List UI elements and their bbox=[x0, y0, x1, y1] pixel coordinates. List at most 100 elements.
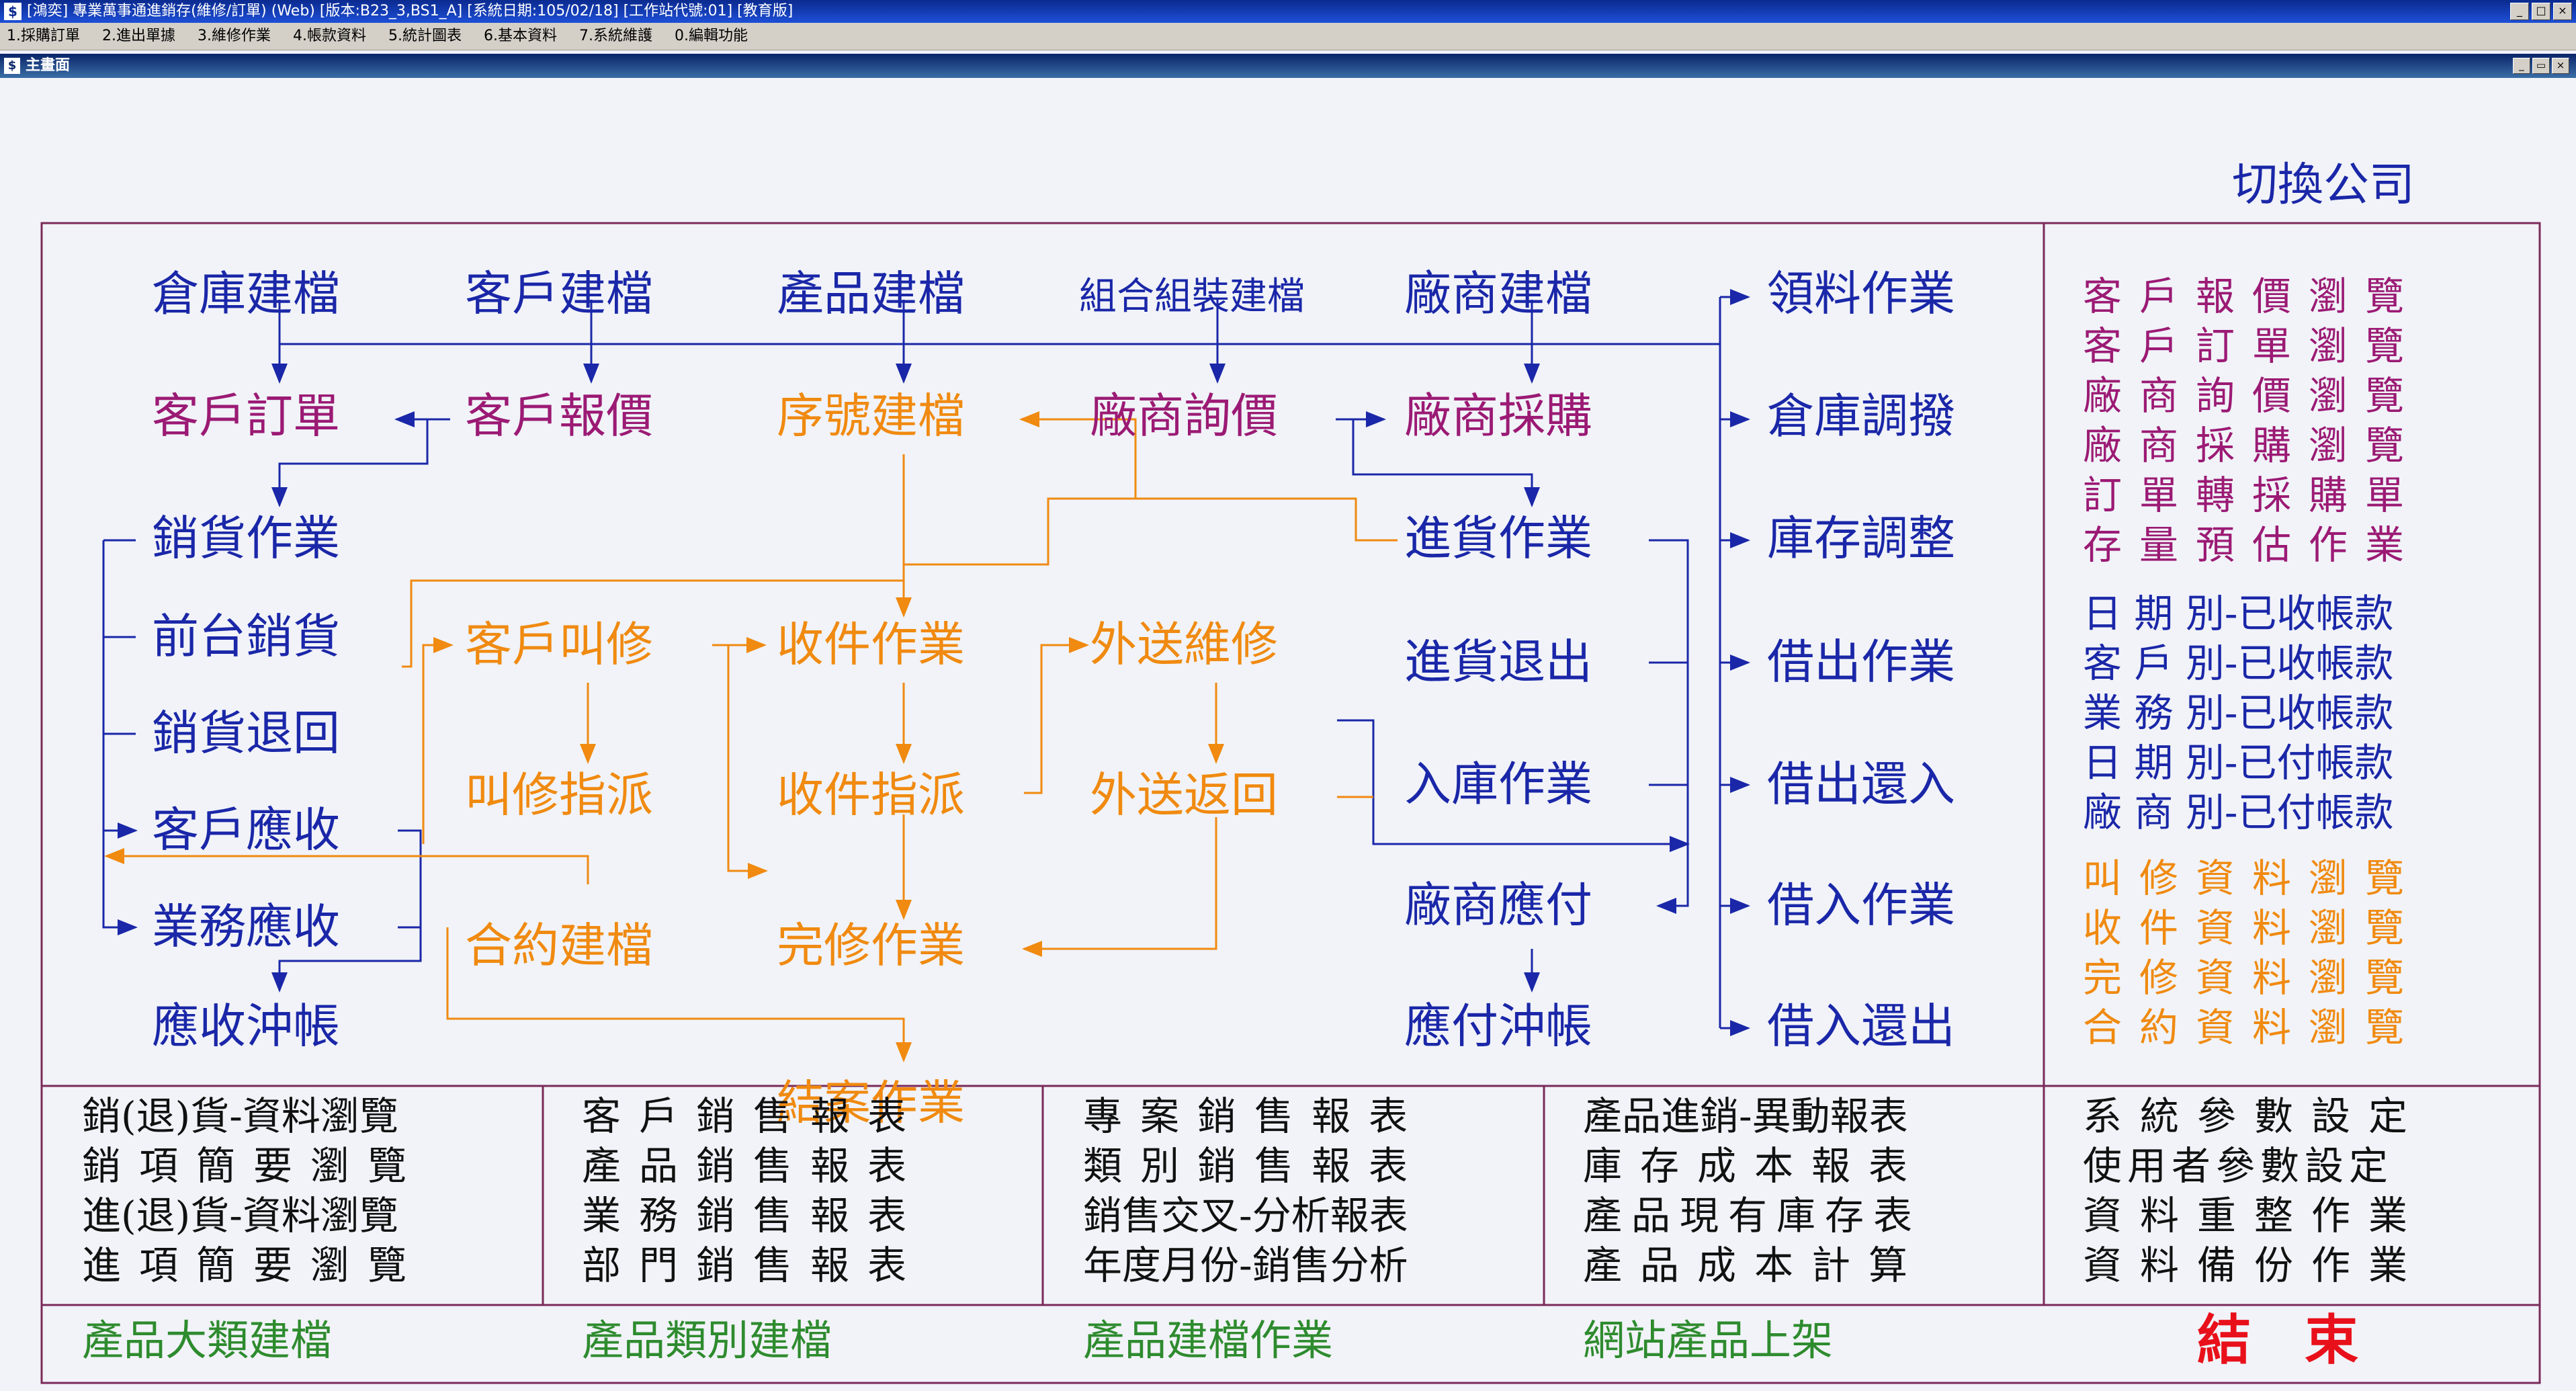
lend-out-button[interactable]: 借出作業 bbox=[1767, 638, 1955, 685]
repair-call-button[interactable]: 客戶叫修 bbox=[465, 621, 653, 668]
switch-company-link[interactable]: 切換公司 bbox=[2232, 163, 2415, 208]
sales-return-browse-link[interactable]: 銷(退)貨-資料瀏覽 bbox=[82, 1097, 398, 1136]
intake-button[interactable]: 收件作業 bbox=[777, 621, 965, 668]
menu-edit[interactable]: 0.編輯功能 bbox=[675, 28, 748, 44]
stock-adjust-button[interactable]: 庫存調整 bbox=[1767, 515, 1955, 562]
department-sales-report-link[interactable]: 部門銷售報表 bbox=[582, 1246, 925, 1285]
sales-button[interactable]: 銷貨作業 bbox=[152, 515, 340, 562]
contract-browse-link[interactable]: 合約資料瀏覽 bbox=[2083, 1008, 2421, 1047]
menu-purchase-order[interactable]: 1.採購訂單 bbox=[7, 28, 80, 44]
menu-bar: 1.採購訂單 2.進出單據 3.維修作業 4.帳款資料 5.統計圖表 6.基本資… bbox=[0, 23, 2576, 50]
child-close-button[interactable]: × bbox=[2552, 58, 2569, 74]
product-cost-calc-link[interactable]: 產品成本計算 bbox=[1583, 1246, 1926, 1285]
repair-done-button[interactable]: 完修作業 bbox=[777, 922, 965, 969]
accounts-receivable-button[interactable]: 客戶應收 bbox=[152, 806, 340, 853]
window-controls: _ □ × bbox=[2510, 3, 2572, 20]
child-restore-button[interactable]: ▭ bbox=[2532, 58, 2550, 74]
sales-rep-report-link[interactable]: 業務銷售報表 bbox=[582, 1196, 925, 1235]
intake-dispatch-button[interactable]: 收件指派 bbox=[777, 771, 965, 818]
intake-browse-link[interactable]: 收件資料瀏覽 bbox=[2083, 909, 2421, 947]
annual-monthly-analysis-link[interactable]: 年度月份-銷售分析 bbox=[1083, 1246, 1408, 1285]
vendor-setup-button[interactable]: 廠商建檔 bbox=[1404, 270, 1592, 317]
window-title: [鴻奕] 專業萬事通進銷存(維修/訂單) (Web) [版本:B23_3,BS1… bbox=[27, 3, 793, 19]
vendor-purchase-button[interactable]: 廠商採購 bbox=[1404, 392, 1592, 439]
category-sales-report-link[interactable]: 類別銷售報表 bbox=[1083, 1146, 1426, 1185]
purchase-return-button[interactable]: 進貨退出 bbox=[1404, 638, 1592, 685]
minimize-button[interactable]: _ bbox=[2510, 3, 2529, 20]
menu-basic-data[interactable]: 6.基本資料 bbox=[484, 28, 557, 44]
product-category-link[interactable]: 產品類別建檔 bbox=[582, 1320, 832, 1361]
data-backup-link[interactable]: 資料備份作業 bbox=[2083, 1246, 2425, 1285]
stock-in-button[interactable]: 入庫作業 bbox=[1404, 761, 1592, 808]
menu-system[interactable]: 7.系統維護 bbox=[579, 28, 652, 44]
child-window-icon: $ bbox=[4, 58, 20, 74]
payable-offset-button[interactable]: 應付沖帳 bbox=[1404, 1003, 1592, 1050]
system-params-link[interactable]: 系統參數設定 bbox=[2083, 1097, 2425, 1136]
main-canvas: 切換公司 倉庫建檔 客戶建檔 產品建檔 組合組裝建檔 廠商建檔 客戶訂單 客戶報… bbox=[0, 78, 2576, 1391]
outsource-repair-button[interactable]: 外送維修 bbox=[1090, 621, 1278, 668]
current-stock-report-link[interactable]: 產品現有庫存表 bbox=[1583, 1196, 1922, 1235]
child-minimize-button[interactable]: _ bbox=[2513, 58, 2530, 74]
purchase-in-button[interactable]: 進貨作業 bbox=[1404, 515, 1592, 562]
project-sales-report-link[interactable]: 專案銷售報表 bbox=[1083, 1097, 1426, 1136]
received-by-customer-link[interactable]: 客 戶 別-已收帳款 bbox=[2083, 644, 2393, 683]
customer-setup-button[interactable]: 客戶建檔 bbox=[465, 270, 653, 317]
menu-accounts[interactable]: 4.帳款資料 bbox=[293, 28, 366, 44]
maximize-button[interactable]: □ bbox=[2532, 3, 2550, 20]
customer-order-browse-link[interactable]: 客戶訂單瀏覽 bbox=[2083, 327, 2421, 366]
close-button[interactable]: × bbox=[2553, 3, 2572, 20]
menu-charts[interactable]: 5.統計圖表 bbox=[388, 28, 462, 44]
material-requisition-button[interactable]: 領料作業 bbox=[1767, 270, 1955, 317]
exit-button[interactable]: 結 束 bbox=[2197, 1313, 2358, 1367]
sales-cross-analysis-link[interactable]: 銷售交叉-分析報表 bbox=[1083, 1196, 1408, 1235]
customer-order-button[interactable]: 客戶訂單 bbox=[152, 392, 340, 439]
customer-quote-browse-link[interactable]: 客戶報價瀏覽 bbox=[2083, 277, 2421, 316]
repair-call-browse-link[interactable]: 叫修資料瀏覽 bbox=[2083, 859, 2421, 898]
menu-in-out-docs[interactable]: 2.進出單據 bbox=[102, 28, 175, 44]
user-params-link[interactable]: 使用者參數設定 bbox=[2083, 1146, 2393, 1185]
contract-setup-button[interactable]: 合約建檔 bbox=[465, 922, 653, 969]
menu-repair[interactable]: 3.維修作業 bbox=[198, 28, 271, 44]
accounts-payable-button[interactable]: 廠商應付 bbox=[1404, 882, 1592, 929]
app-icon: $ bbox=[4, 3, 22, 20]
stock-forecast-link[interactable]: 存量預估作業 bbox=[2083, 525, 2421, 564]
sales-summary-browse-link[interactable]: 銷項簡要瀏覽 bbox=[82, 1146, 425, 1185]
pos-sales-button[interactable]: 前台銷貨 bbox=[152, 613, 340, 660]
warehouse-setup-button[interactable]: 倉庫建檔 bbox=[152, 270, 340, 317]
product-setup-link[interactable]: 產品建檔作業 bbox=[1083, 1320, 1333, 1361]
repair-done-browse-link[interactable]: 完修資料瀏覽 bbox=[2083, 958, 2421, 997]
repair-dispatch-button[interactable]: 叫修指派 bbox=[465, 771, 653, 818]
product-major-category-link[interactable]: 產品大類建檔 bbox=[82, 1320, 332, 1361]
borrow-in-return-button[interactable]: 借入還出 bbox=[1767, 1003, 1955, 1050]
paid-by-date-link[interactable]: 日 期 別-已付帳款 bbox=[2083, 743, 2393, 782]
borrow-in-button[interactable]: 借入作業 bbox=[1767, 882, 1955, 929]
product-movement-report-link[interactable]: 產品進銷-異動報表 bbox=[1583, 1097, 1908, 1136]
purchase-return-browse-link[interactable]: 進(退)貨-資料瀏覽 bbox=[82, 1196, 398, 1235]
sales-rep-receivable-button[interactable]: 業務應收 bbox=[152, 903, 340, 950]
window-titlebar: $ [鴻奕] 專業萬事通進銷存(維修/訂單) (Web) [版本:B23_3,BS… bbox=[0, 0, 2576, 23]
child-window-controls: _ ▭ × bbox=[2513, 58, 2569, 74]
vendor-inquiry-browse-link[interactable]: 廠商詢價瀏覽 bbox=[2083, 376, 2421, 415]
child-window-title: 主畫面 bbox=[26, 57, 71, 74]
vendor-inquiry-button[interactable]: 廠商詢價 bbox=[1090, 392, 1278, 439]
purchase-summary-browse-link[interactable]: 進項簡要瀏覽 bbox=[82, 1246, 425, 1285]
web-product-listing-link[interactable]: 網站產品上架 bbox=[1583, 1320, 1833, 1361]
order-to-purchase-link[interactable]: 訂單轉採購單 bbox=[2083, 476, 2421, 515]
serial-setup-button[interactable]: 序號建檔 bbox=[777, 392, 965, 439]
product-sales-report-link[interactable]: 產品銷售報表 bbox=[582, 1146, 925, 1185]
outsource-return-button[interactable]: 外送返回 bbox=[1090, 771, 1278, 818]
lend-out-return-button[interactable]: 借出還入 bbox=[1767, 761, 1955, 808]
sales-return-button[interactable]: 銷貨退回 bbox=[152, 710, 340, 757]
paid-by-vendor-link[interactable]: 廠 商 別-已付帳款 bbox=[2083, 793, 2393, 832]
data-reorg-link[interactable]: 資料重整作業 bbox=[2083, 1196, 2425, 1235]
receivable-offset-button[interactable]: 應收沖帳 bbox=[152, 1003, 340, 1050]
product-setup-button[interactable]: 產品建檔 bbox=[777, 270, 965, 317]
customer-sales-report-link[interactable]: 客戶銷售報表 bbox=[582, 1097, 925, 1136]
received-by-sales-rep-link[interactable]: 業 務 別-已收帳款 bbox=[2083, 693, 2393, 732]
bundle-setup-button[interactable]: 組合組裝建檔 bbox=[1079, 278, 1305, 316]
inventory-cost-report-link[interactable]: 庫存成本報表 bbox=[1583, 1146, 1926, 1185]
received-by-date-link[interactable]: 日 期 別-已收帳款 bbox=[2083, 594, 2393, 633]
warehouse-transfer-button[interactable]: 倉庫調撥 bbox=[1767, 392, 1955, 439]
vendor-purchase-browse-link[interactable]: 廠商採購瀏覽 bbox=[2083, 426, 2421, 465]
customer-quote-button[interactable]: 客戶報價 bbox=[465, 392, 653, 439]
